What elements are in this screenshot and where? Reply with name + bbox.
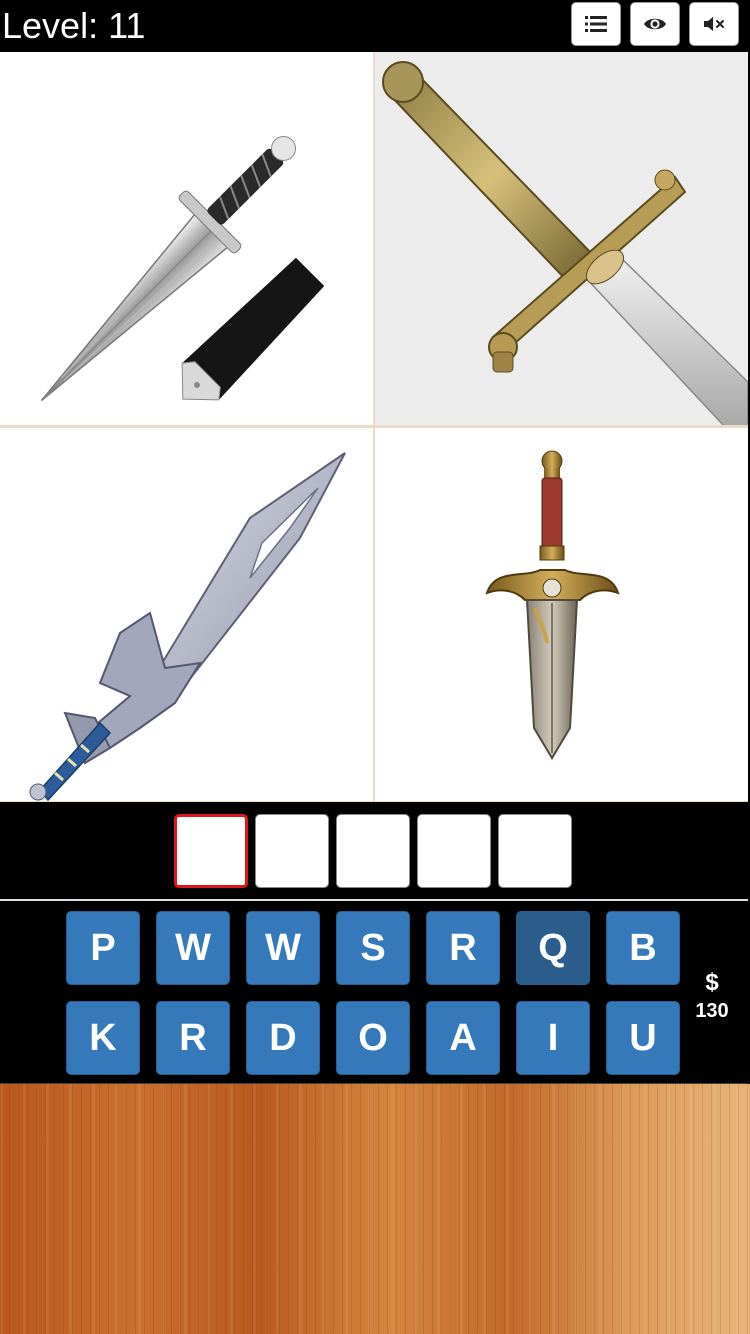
answer-slot-2[interactable]	[255, 814, 329, 888]
letter-key[interactable]: I	[516, 1001, 590, 1075]
coin-balance: $ 130	[690, 968, 734, 1024]
list-icon	[585, 15, 607, 33]
letter-key[interactable]: U	[606, 1001, 680, 1075]
picture-grid	[0, 52, 748, 802]
golden-hilt-sword-image	[382, 61, 748, 425]
answer-slot-4[interactable]	[417, 814, 491, 888]
answer-slot-3[interactable]	[336, 814, 410, 888]
letter-key[interactable]: K	[66, 1001, 140, 1075]
letter-key[interactable]: R	[156, 1001, 230, 1075]
letter-key[interactable]: W	[156, 911, 230, 985]
wood-background	[0, 1084, 750, 1334]
letter-key[interactable]: Q	[516, 911, 590, 985]
picture-3[interactable]	[0, 428, 373, 801]
answer-slot-5[interactable]	[498, 814, 572, 888]
letter-key[interactable]: A	[426, 1001, 500, 1075]
ornate-dagger-image	[485, 450, 620, 760]
hint-reveal-button[interactable]	[630, 2, 680, 46]
fantasy-sword-image	[29, 452, 346, 801]
levels-list-button[interactable]	[571, 2, 621, 46]
mute-icon	[703, 16, 725, 32]
picture-4[interactable]	[375, 428, 748, 801]
letter-key[interactable]: P	[66, 911, 140, 985]
letter-key[interactable]: S	[336, 911, 410, 985]
eye-icon	[643, 16, 667, 32]
answer-row	[0, 802, 748, 901]
dagger-with-sheath-image	[40, 135, 325, 402]
picture-1[interactable]	[0, 52, 373, 425]
letter-key[interactable]: R	[426, 911, 500, 985]
answer-slot-1[interactable]	[174, 814, 248, 888]
letter-key[interactable]: W	[246, 911, 320, 985]
coin-amount: 130	[695, 1000, 729, 1022]
letter-key[interactable]: D	[246, 1001, 320, 1075]
sound-toggle-button[interactable]	[689, 2, 739, 46]
top-bar: Level: 11	[0, 0, 750, 52]
letter-key[interactable]: B	[606, 911, 680, 985]
letter-keyboard: P W W S R Q B K R D O A I U	[0, 901, 748, 1084]
letter-key[interactable]: O	[336, 1001, 410, 1075]
level-label: Level: 11	[2, 5, 146, 46]
picture-2[interactable]	[375, 52, 748, 425]
coin-symbol: $	[705, 969, 719, 996]
